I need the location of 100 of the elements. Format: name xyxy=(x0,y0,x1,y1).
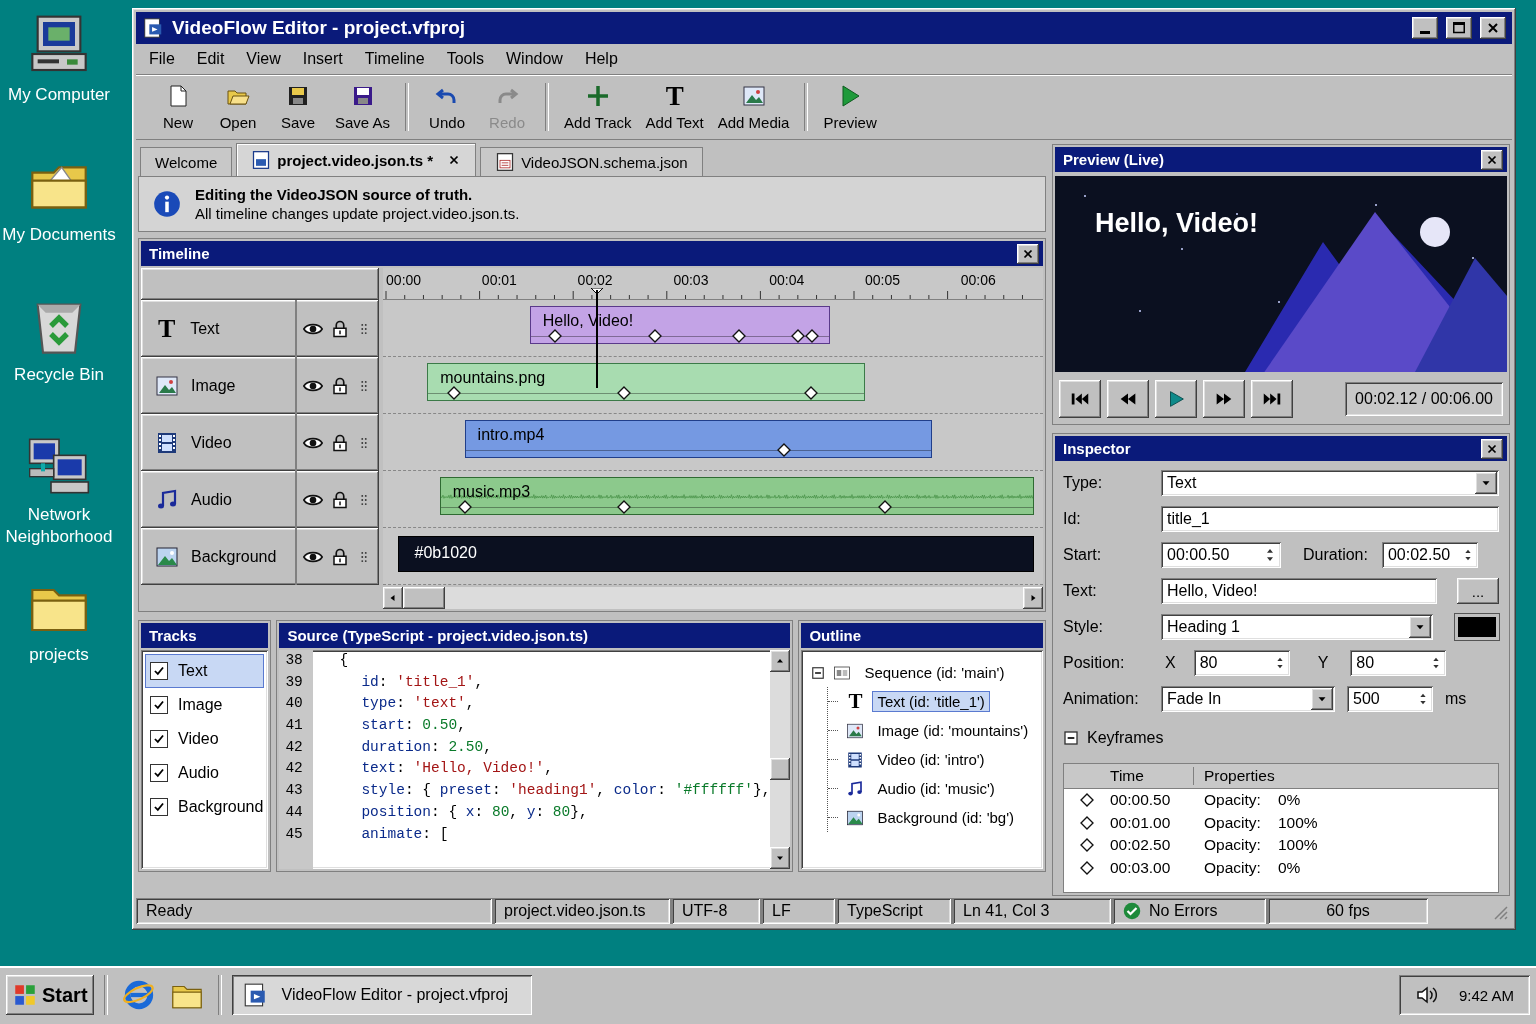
animation-dropdown[interactable]: Fade In xyxy=(1161,686,1335,712)
fast-forward-button[interactable] xyxy=(1203,380,1245,418)
horizontal-scrollbar[interactable] xyxy=(383,587,1043,609)
menu-item[interactable]: Tools xyxy=(435,50,495,68)
rewind-button[interactable] xyxy=(1107,380,1149,418)
y-field[interactable]: 80 xyxy=(1350,650,1447,676)
start-button[interactable]: Start xyxy=(6,975,94,1015)
toolbar-button[interactable]: Preview xyxy=(816,79,884,135)
track-list-item[interactable]: Text xyxy=(145,654,265,688)
panel-close-button[interactable] xyxy=(1481,149,1503,170)
desktop-icon-label[interactable]: My Documents xyxy=(2,224,116,246)
check-icon xyxy=(152,732,166,746)
desktop-icon-label[interactable]: My Computer xyxy=(8,84,110,106)
skip-to-start-button[interactable] xyxy=(1059,380,1101,418)
lock-icon[interactable] xyxy=(331,547,349,566)
collapse-icon[interactable] xyxy=(811,665,826,680)
lock-icon[interactable] xyxy=(331,433,349,452)
scroll-thumb[interactable] xyxy=(770,758,791,780)
typescript-file-icon xyxy=(251,150,272,170)
style-dropdown[interactable]: Heading 1 xyxy=(1161,614,1433,640)
type-dropdown[interactable]: Text xyxy=(1161,470,1499,496)
desktop-icon-label[interactable]: projects xyxy=(29,644,89,666)
text-field[interactable]: Hello, Video! xyxy=(1161,578,1437,604)
tree-item[interactable]: Audio (id: 'music') xyxy=(872,778,1000,799)
track-list-item[interactable]: Audio xyxy=(145,756,265,790)
minimize-button[interactable] xyxy=(1412,17,1438,39)
panel-close-button[interactable] xyxy=(1481,438,1503,459)
track-header[interactable]: T Text xyxy=(141,300,379,357)
lock-icon[interactable] xyxy=(331,376,349,395)
checkbox[interactable] xyxy=(150,798,168,816)
menu-item[interactable]: Window xyxy=(495,50,574,68)
editor-tab[interactable]: VideoJSON.schema.json xyxy=(480,147,703,176)
menu-item[interactable]: Timeline xyxy=(353,50,436,68)
play-button[interactable] xyxy=(1155,380,1197,418)
editor-tab[interactable]: project.video.json.ts * xyxy=(236,143,477,176)
vertical-scrollbar[interactable] xyxy=(770,650,791,869)
tree-item[interactable]: Background (id: 'bg') xyxy=(872,807,1020,828)
field-label: Animation: xyxy=(1063,690,1140,708)
id-field[interactable]: title_1 xyxy=(1161,506,1499,532)
maximize-button[interactable] xyxy=(1446,17,1472,39)
lock-icon[interactable] xyxy=(331,490,349,509)
track-list-item[interactable]: Background xyxy=(145,790,265,824)
keyframe-icon xyxy=(802,385,819,401)
toolbar-button[interactable]: Add Media xyxy=(710,79,797,135)
start-field[interactable]: 00:00.50 xyxy=(1161,542,1281,568)
toolbar-button[interactable]: T Add Text xyxy=(638,79,711,135)
time-ruler[interactable]: 00:00 00:01 00:02 00:03 00:04 00:05 00:06 xyxy=(383,268,1043,300)
tree-item[interactable]: Video (id: 'intro') xyxy=(872,749,990,770)
keyframe-icon xyxy=(731,328,748,344)
track-list-item[interactable]: Image xyxy=(145,688,265,722)
toolbar-button[interactable]: New xyxy=(148,79,208,135)
menu-item[interactable]: File xyxy=(138,50,186,68)
menu-item[interactable]: View xyxy=(235,50,292,68)
clip-label: music.mp3 xyxy=(452,483,531,501)
toolbar-button[interactable]: Add Track xyxy=(557,79,639,135)
menu-item[interactable]: Help xyxy=(573,50,629,68)
toolbar-button[interactable]: Save xyxy=(268,79,328,135)
clock: 9:42 AM xyxy=(1458,986,1514,1004)
track-header[interactable]: Image xyxy=(141,357,379,414)
toolbar-button[interactable]: Open xyxy=(208,79,268,135)
tree-item[interactable]: Image (id: 'mountains') xyxy=(872,720,1034,741)
taskbar-button[interactable]: VideoFlow Editor - project.vfproj xyxy=(231,975,532,1015)
tree-item[interactable]: Text (id: 'title_1') xyxy=(872,691,990,712)
animation-duration-field[interactable]: 500 xyxy=(1347,686,1433,712)
browse-button[interactable]: ... xyxy=(1457,578,1499,604)
timeline-clip[interactable]: #0b1020 xyxy=(397,536,1035,572)
close-button[interactable] xyxy=(1480,17,1506,39)
code-editor[interactable]: 38 39 40 41 42 42 43 44 45 { id: 'title_1', type: 'text', start: 0.50, duration: 2.50, text: 'Hello, Video!', style: { preset: 'heading1', color: '#ffffff'}, position: { x: 80, y: 80}, animate: [ xyxy=(279,650,791,869)
desktop-icon-label[interactable]: Recycle Bin xyxy=(14,364,104,386)
menu-item[interactable]: Insert xyxy=(291,50,354,68)
lock-icon[interactable] xyxy=(331,319,349,338)
scroll-left-button[interactable] xyxy=(383,587,403,609)
timeline-clip[interactable]: music.mp3 xyxy=(439,477,1035,515)
skip-to-end-button[interactable] xyxy=(1251,380,1293,418)
track-header[interactable]: Audio xyxy=(141,471,379,528)
track-header[interactable]: Background xyxy=(141,528,379,585)
checkbox[interactable] xyxy=(150,764,168,782)
menu-item[interactable]: Edit xyxy=(185,50,236,68)
x-field[interactable]: 80 xyxy=(1193,650,1290,676)
toolbar-button[interactable]: Save As xyxy=(328,79,398,135)
tree-item[interactable]: Sequence (id: 'main') xyxy=(859,662,1010,683)
track-list-item[interactable]: Video xyxy=(145,722,265,756)
checkbox[interactable] xyxy=(150,662,168,680)
toolbar-button[interactable]: Undo xyxy=(417,79,478,135)
track-header[interactable]: Video xyxy=(141,414,379,471)
checkbox[interactable] xyxy=(150,696,168,714)
scroll-thumb[interactable] xyxy=(403,587,445,609)
scroll-right-button[interactable] xyxy=(1023,587,1043,609)
scroll-up-button[interactable] xyxy=(770,650,791,672)
collapse-icon[interactable] xyxy=(1063,730,1079,746)
timeline-clip[interactable]: intro.mp4 xyxy=(464,420,932,458)
duration-field[interactable]: 00:02.50 xyxy=(1381,542,1478,568)
desktop-icon-label[interactable]: Network Neighborhood xyxy=(0,504,118,548)
check-icon xyxy=(152,766,166,780)
color-swatch[interactable] xyxy=(1455,614,1499,640)
scroll-down-button[interactable] xyxy=(770,847,791,869)
timeline-clip[interactable]: mountains.png xyxy=(427,363,865,401)
editor-tab[interactable]: Welcome xyxy=(140,147,233,176)
panel-close-button[interactable] xyxy=(1017,243,1039,264)
checkbox[interactable] xyxy=(150,730,168,748)
